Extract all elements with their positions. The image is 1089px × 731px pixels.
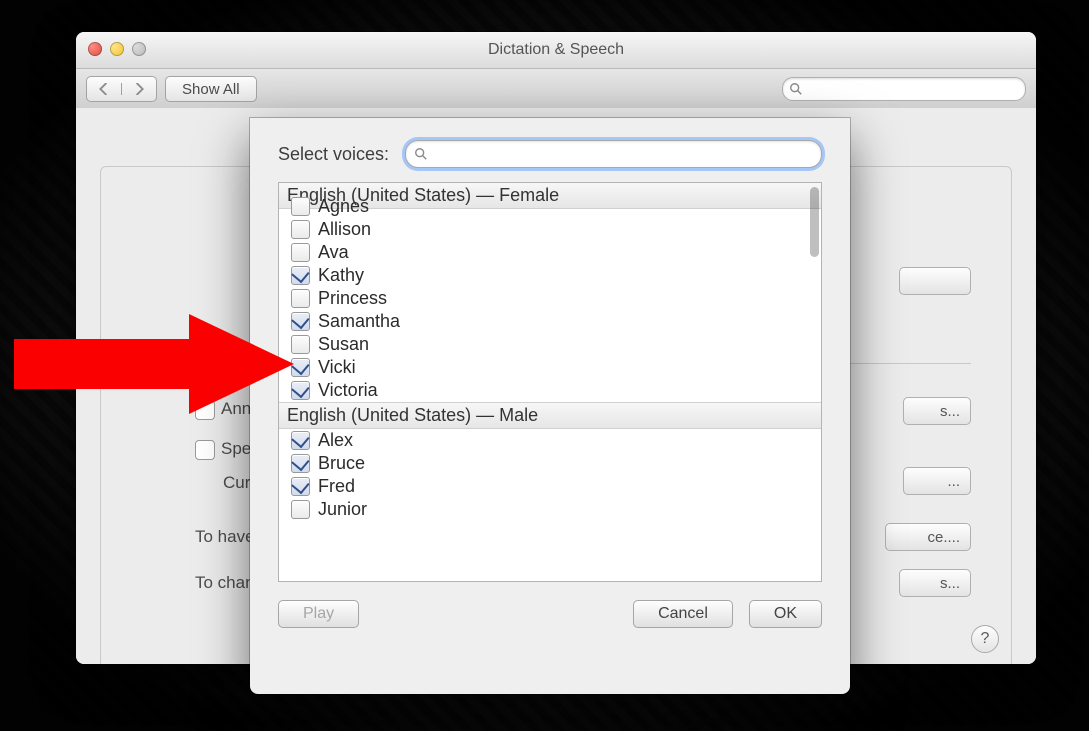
close-icon[interactable] [88,42,102,56]
voice-name: Agnes [318,196,369,217]
voice-checkbox[interactable] [291,454,310,473]
scrollbar-thumb[interactable] [810,187,819,257]
help-button[interactable]: ? [971,625,999,653]
voice-checkbox[interactable] [291,500,310,519]
voice-checkbox[interactable] [291,266,310,285]
voice-name: Fred [318,476,355,497]
voice-checkbox[interactable] [291,243,310,262]
speak-checkbox[interactable] [195,440,215,460]
voice-row[interactable]: Junior [279,498,821,521]
voice-row[interactable]: Kathy [279,264,821,287]
voice-name: Bruce [318,453,365,474]
voice-row[interactable]: Alex [279,429,821,452]
partial-button[interactable]: s... [903,397,971,425]
minimize-icon[interactable] [110,42,124,56]
title-bar: Dictation & Speech [76,32,1036,69]
back-icon[interactable] [87,83,121,95]
voice-group-header: English (United States) — Male [279,402,821,429]
search-icon [789,82,803,96]
partial-button[interactable]: ce.... [885,523,971,551]
voice-search[interactable] [405,140,822,168]
voice-row[interactable]: Susan [279,333,821,356]
voice-search-input[interactable] [428,145,813,164]
voice-name: Vicki [318,357,356,378]
window-title: Dictation & Speech [488,41,624,59]
voice-checkbox[interactable] [291,477,310,496]
partial-button[interactable]: ... [903,467,971,495]
voice-name: Allison [318,219,371,240]
voice-row[interactable]: Allison [279,218,821,241]
voice-row[interactable]: Samantha [279,310,821,333]
annotation-arrow-icon [14,314,294,414]
window-controls [88,42,146,56]
voice-name: Alex [318,430,353,451]
play-button[interactable]: Play [278,600,359,628]
ok-button[interactable]: OK [749,600,822,628]
voice-checkbox[interactable] [291,431,310,450]
voice-checkbox[interactable] [291,289,310,308]
voice-name: Princess [318,288,387,309]
select-voices-label: Select voices: [278,144,389,165]
sheet-header: Select voices: [250,118,850,182]
voice-checkbox[interactable] [291,197,310,216]
voice-row[interactable]: Victoria [279,379,821,402]
voice-row[interactable]: Princess [279,287,821,310]
search-icon [414,147,428,161]
voice-select-sheet: Select voices: English (United States) —… [250,118,850,694]
toolbar: Show All [76,69,1036,110]
zoom-icon[interactable] [132,42,146,56]
partial-button[interactable] [899,267,971,295]
voice-row[interactable]: Vicki [279,356,821,379]
sheet-buttons: Play Cancel OK [250,582,850,646]
partial-button[interactable]: s... [899,569,971,597]
show-all-button[interactable]: Show All [165,76,257,102]
voice-name: Samantha [318,311,400,332]
voice-name: Junior [318,499,367,520]
voice-name: Victoria [318,380,378,401]
voice-row[interactable]: Bruce [279,452,821,475]
preferences-search[interactable] [782,77,1026,101]
voice-list[interactable]: English (United States) — FemaleAgnesAll… [278,182,822,582]
voice-row[interactable]: Fred [279,475,821,498]
forward-icon[interactable] [121,83,156,95]
nav-back-forward[interactable] [86,76,157,102]
voice-name: Ava [318,242,349,263]
voice-row[interactable]: Ava [279,241,821,264]
voice-checkbox[interactable] [291,220,310,239]
current-label: Cur [223,473,250,493]
voice-name: Susan [318,334,369,355]
cancel-button[interactable]: Cancel [633,600,733,628]
voice-name: Kathy [318,265,364,286]
